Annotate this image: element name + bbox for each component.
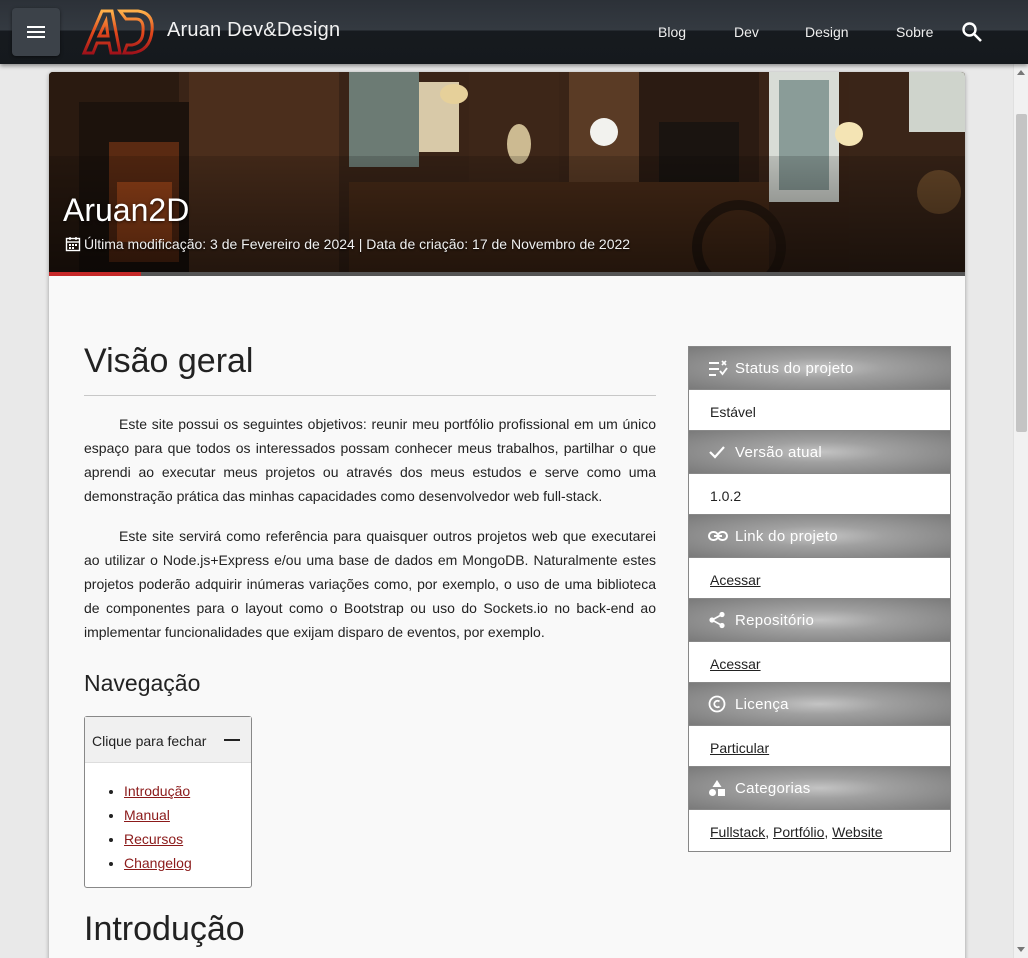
project-link-title: Link do projeto [735, 528, 838, 545]
toc-link-introducao[interactable]: Introdução [124, 783, 190, 799]
repository-title: Repositório [735, 612, 815, 629]
categories-title: Categorias [735, 780, 811, 797]
project-card: Aruan2D Última modificação: 3 de Feverei… [49, 72, 965, 958]
nav-blog[interactable]: Blog [658, 24, 686, 40]
category-link-fullstack[interactable]: Fullstack [710, 824, 765, 840]
hero-banner: Aruan2D Última modificação: 3 de Feverei… [49, 72, 965, 276]
toc-box: Clique para fechar Introdução Manual Rec… [84, 716, 252, 888]
nav-design[interactable]: Design [805, 24, 849, 40]
overview-paragraph-2: Este site servirá como referência para q… [84, 528, 656, 640]
status-value: Estável [689, 389, 950, 431]
repository-link[interactable]: Acessar [710, 656, 761, 672]
page-dates: Última modificação: 3 de Fevereiro de 20… [65, 236, 630, 252]
license-body: Particular [689, 725, 950, 767]
license-header: Licença [689, 683, 950, 725]
project-link-body: Acessar [689, 557, 950, 599]
category-separator: , [824, 824, 833, 840]
category-separator: , [765, 824, 774, 840]
toc-item: Introdução [124, 779, 192, 803]
calendar-icon [65, 237, 81, 252]
license-link[interactable]: Particular [710, 740, 769, 756]
toc-toggle[interactable]: Clique para fechar [85, 717, 251, 763]
copyright-icon [708, 695, 726, 713]
project-link-header: Link do projeto [689, 515, 950, 557]
section-heading-introduction: Introdução [84, 910, 245, 948]
version-value: 1.0.2 [689, 473, 950, 515]
menu-icon-line [27, 36, 45, 38]
menu-icon [27, 26, 45, 28]
collapse-icon [224, 739, 240, 741]
site-logo[interactable] [80, 7, 156, 57]
scroll-thumb[interactable] [1016, 114, 1027, 432]
overview-paragraph-1: Este site possui os seguintes objetivos:… [84, 416, 656, 504]
scroll-down-arrow[interactable] [1017, 947, 1025, 952]
status-title: Status do projeto [735, 360, 854, 377]
menu-icon-line [27, 31, 45, 33]
categories-body: Fullstack, Portfólio, Website [689, 809, 950, 851]
page-title: Aruan2D [63, 192, 190, 228]
status-header: Status do projeto [689, 347, 950, 389]
checklist-icon [709, 360, 728, 376]
check-icon [709, 446, 725, 459]
toc-item: Changelog [124, 851, 192, 875]
top-app-bar: Aruan Dev&Design Blog Dev Design Sobre [0, 0, 1028, 64]
version-header: Versão atual [689, 431, 950, 473]
nav-dev[interactable]: Dev [734, 24, 759, 40]
site-title[interactable]: Aruan Dev&Design [167, 19, 340, 42]
repository-header: Repositório [689, 599, 950, 641]
page-dates-text: Última modificação: 3 de Fevereiro de 20… [84, 236, 631, 252]
project-info-sidebar: Status do projeto Estável Versão atual 1… [688, 346, 951, 852]
navigation-heading: Navegação [84, 670, 201, 696]
repository-body: Acessar [689, 641, 950, 683]
page-scrollbar[interactable] [1013, 64, 1028, 958]
category-link-portfolio[interactable]: Portfólio [773, 824, 824, 840]
menu-button[interactable] [12, 8, 60, 56]
shapes-icon [709, 780, 725, 796]
scroll-up-arrow[interactable] [1017, 70, 1025, 75]
toc-item: Manual [124, 803, 192, 827]
toc-link-manual[interactable]: Manual [124, 807, 170, 823]
project-link[interactable]: Acessar [710, 572, 761, 588]
divider [84, 395, 656, 396]
toc-list: Introdução Manual Recursos Changelog [124, 779, 192, 875]
section-heading-overview: Visão geral [84, 342, 254, 380]
category-link-website[interactable]: Website [832, 824, 882, 840]
nav-sobre[interactable]: Sobre [896, 24, 933, 40]
reading-progress [49, 272, 965, 276]
link-icon [708, 531, 728, 541]
toc-link-recursos[interactable]: Recursos [124, 831, 183, 847]
categories-header: Categorias [689, 767, 950, 809]
search-icon[interactable] [960, 20, 984, 44]
version-title: Versão atual [735, 444, 822, 461]
toc-toggle-label: Clique para fechar [92, 733, 207, 749]
reading-progress-fill [49, 272, 141, 276]
toc-item: Recursos [124, 827, 192, 851]
toc-link-changelog[interactable]: Changelog [124, 855, 192, 871]
license-title: Licença [735, 696, 789, 713]
share-icon [709, 611, 725, 629]
